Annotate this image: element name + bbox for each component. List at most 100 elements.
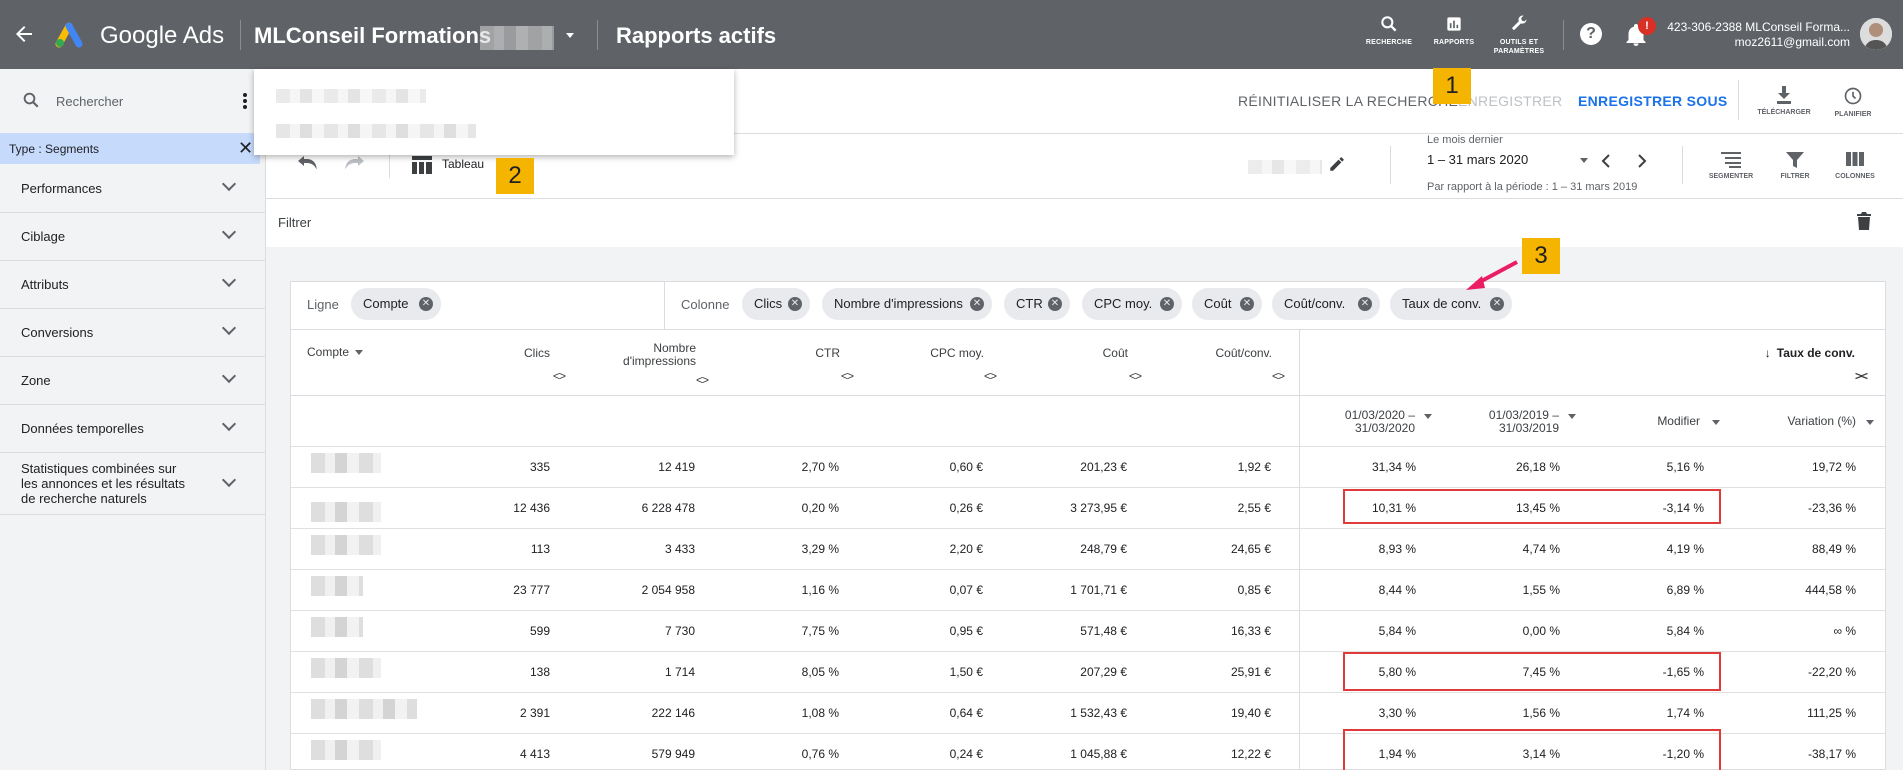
active-type-filter-chip[interactable]: Type : Segments ✕ (0, 133, 260, 164)
column-header-period-2020[interactable]: 01/03/2020 – 31/03/2020 (1320, 409, 1415, 435)
column-header-cout-conv[interactable]: Coût/conv. (1190, 347, 1272, 360)
redacted-account-name[interactable] (311, 576, 363, 596)
expand-column-icon[interactable]: <> (696, 373, 709, 387)
column-header-taux-conv[interactable]: ↓ Taux de conv. (1740, 347, 1855, 360)
columns-button[interactable]: COLONNES (1820, 152, 1890, 181)
delete-trash-icon[interactable] (1857, 212, 1871, 230)
remove-chip-icon[interactable]: ✕ (419, 297, 433, 311)
back-arrow-icon[interactable] (12, 22, 36, 46)
expand-column-icon[interactable]: <> (841, 369, 854, 383)
remove-chip-icon[interactable]: ✕ (970, 297, 984, 311)
column-header-cout[interactable]: Coût (1050, 347, 1128, 360)
reports-button[interactable]: RAPPORTS (1418, 14, 1490, 47)
redacted-account-name[interactable] (311, 535, 381, 555)
avatar[interactable] (1860, 18, 1892, 50)
help-icon[interactable]: ? (1580, 23, 1602, 45)
remove-chip-icon[interactable]: ✕ (1358, 297, 1372, 311)
sort-caret-icon[interactable] (1866, 420, 1874, 425)
sidebar-item-donnees-temporelles[interactable]: Données temporelles (0, 405, 266, 453)
chevron-left-icon[interactable] (1600, 153, 1612, 169)
account-name[interactable]: MLConseil Formations (254, 23, 491, 49)
search-button[interactable]: RECHERCHE (1353, 14, 1425, 47)
cell-var: 88,49 % (1811, 542, 1856, 556)
sidebar-item-statistiques-combinees[interactable]: Statistiques combinées sur les annonces … (0, 453, 266, 515)
account-info[interactable]: 423-306-2388 MLConseil Forma... moz2611@… (1666, 20, 1850, 50)
expand-column-icon[interactable]: <> (984, 369, 997, 383)
column-chip-impressions[interactable]: Nombre d'impressions ✕ (822, 288, 992, 320)
close-icon[interactable]: ✕ (238, 139, 253, 157)
collapse-column-icon[interactable]: >< (1855, 369, 1868, 383)
column-chip-cpc[interactable]: CPC moy. ✕ (1082, 288, 1182, 320)
column-chip-taux-conv[interactable]: Taux de conv. ✕ (1390, 288, 1512, 320)
redacted-account-name[interactable] (311, 617, 363, 637)
sidebar-item-attributs[interactable]: Attributs (0, 261, 266, 309)
segment-button[interactable]: SEGMENTER (1696, 152, 1766, 181)
view-type-label[interactable]: Tableau (442, 157, 484, 171)
wrench-icon (1511, 15, 1527, 31)
remove-chip-icon[interactable]: ✕ (788, 297, 802, 311)
column-header-period-2019[interactable]: 01/03/2019 – 31/03/2019 (1464, 409, 1559, 435)
table-row[interactable]: 335 12 419 2,70 % 0,60 € 201,23 € 1,92 € 31,34… (291, 446, 1885, 487)
expand-column-icon[interactable]: <> (553, 369, 566, 383)
redacted-account-option[interactable] (276, 89, 426, 103)
sort-caret-icon[interactable] (355, 350, 364, 356)
save-as-button[interactable]: ENREGISTRER SOUS (1578, 93, 1728, 109)
sidebar-item-performances[interactable]: Performances (0, 165, 266, 213)
column-chip-cout[interactable]: Coût ✕ (1192, 288, 1262, 320)
remove-chip-icon[interactable]: ✕ (1048, 297, 1062, 311)
table-row[interactable]: 113 3 433 3,29 % 2,20 € 248,79 € 24,65 € 8,93 … (291, 528, 1885, 569)
remove-chip-icon[interactable]: ✕ (1160, 297, 1174, 311)
download-button[interactable]: TÉLÉCHARGER (1749, 86, 1819, 117)
column-header-clics[interactable]: Clics (490, 347, 550, 360)
table-view-icon[interactable] (412, 156, 432, 174)
redacted-account-name[interactable] (311, 658, 381, 678)
sidebar-item-ciblage[interactable]: Ciblage (0, 213, 266, 261)
column-header-compte[interactable]: Compte (307, 346, 364, 359)
redacted-account-name[interactable] (311, 699, 417, 719)
save-button[interactable]: ENREGISTRER (1458, 93, 1562, 109)
undo-icon[interactable] (298, 156, 320, 172)
column-header-modifier[interactable]: Modifier (1620, 415, 1700, 428)
expand-column-icon[interactable]: <> (1272, 369, 1285, 383)
column-chip-ctr[interactable]: CTR ✕ (1004, 288, 1070, 320)
account-switcher-dropdown[interactable] (254, 69, 734, 155)
column-chip-clics[interactable]: Clics ✕ (742, 288, 810, 320)
redacted-account-option[interactable] (276, 124, 476, 138)
sidebar-item-zone[interactable]: Zone (0, 357, 266, 405)
column-header-variation[interactable]: Variation (%) (1760, 415, 1856, 428)
sidebar-search[interactable]: Rechercher (0, 69, 266, 133)
column-header-ctr[interactable]: CTR (780, 347, 840, 360)
filter-bar-label[interactable]: Filtrer (278, 215, 311, 230)
table-row[interactable]: 23 777 2 054 958 1,16 % 0,07 € 1 701,71 € 0,8… (291, 569, 1885, 610)
redacted-account-name[interactable] (311, 740, 381, 760)
account-dropdown-caret-icon[interactable] (566, 33, 574, 38)
reset-search-button[interactable]: RÉINITIALISER LA RECHERCHE (1238, 93, 1458, 109)
expand-column-icon[interactable]: <> (1129, 369, 1142, 383)
redacted-account-name[interactable] (311, 453, 381, 473)
sidebar-item-conversions[interactable]: Conversions (0, 309, 266, 357)
redo-icon[interactable] (342, 156, 364, 172)
edit-pencil-icon[interactable] (1328, 155, 1346, 173)
table-row[interactable]: 2 391 222 146 1,08 % 0,64 € 1 532,43 € 19,40 … (291, 692, 1885, 733)
more-vert-icon[interactable] (243, 93, 247, 109)
google-ads-logo-icon[interactable] (55, 20, 87, 48)
column-header-cpc[interactable]: CPC moy. (900, 347, 984, 360)
date-dropdown-caret-icon[interactable] (1580, 158, 1588, 163)
schedule-button[interactable]: PLANIFIER (1818, 86, 1888, 119)
sort-caret-icon[interactable] (1424, 414, 1432, 419)
chevron-right-icon[interactable] (1636, 153, 1648, 169)
tools-settings-button[interactable]: OUTILS ET PARAMÈTRES (1483, 14, 1555, 56)
remove-chip-icon[interactable]: ✕ (1240, 297, 1254, 311)
redacted-account-name[interactable] (311, 502, 381, 522)
column-header-impressions[interactable]: Nombre d'impressions (590, 342, 696, 368)
column-chip-cout-conv[interactable]: Coût/conv. ✕ (1272, 288, 1380, 320)
remove-chip-icon[interactable]: ✕ (1490, 297, 1504, 311)
table-row[interactable]: 599 7 730 7,75 % 0,95 € 571,48 € 16,33 € 5,84 … (291, 610, 1885, 651)
row-chip-compte[interactable]: Compte ✕ (351, 288, 441, 320)
sort-descending-arrow-icon[interactable]: ↓ (1765, 346, 1771, 360)
segment-label: SEGMENTER (1708, 173, 1754, 180)
sidebar-search-placeholder[interactable]: Rechercher (56, 94, 123, 109)
sort-caret-icon[interactable] (1568, 414, 1576, 419)
sort-caret-icon[interactable] (1712, 420, 1720, 425)
date-range-value[interactable]: 1 – 31 mars 2020 (1427, 152, 1528, 167)
